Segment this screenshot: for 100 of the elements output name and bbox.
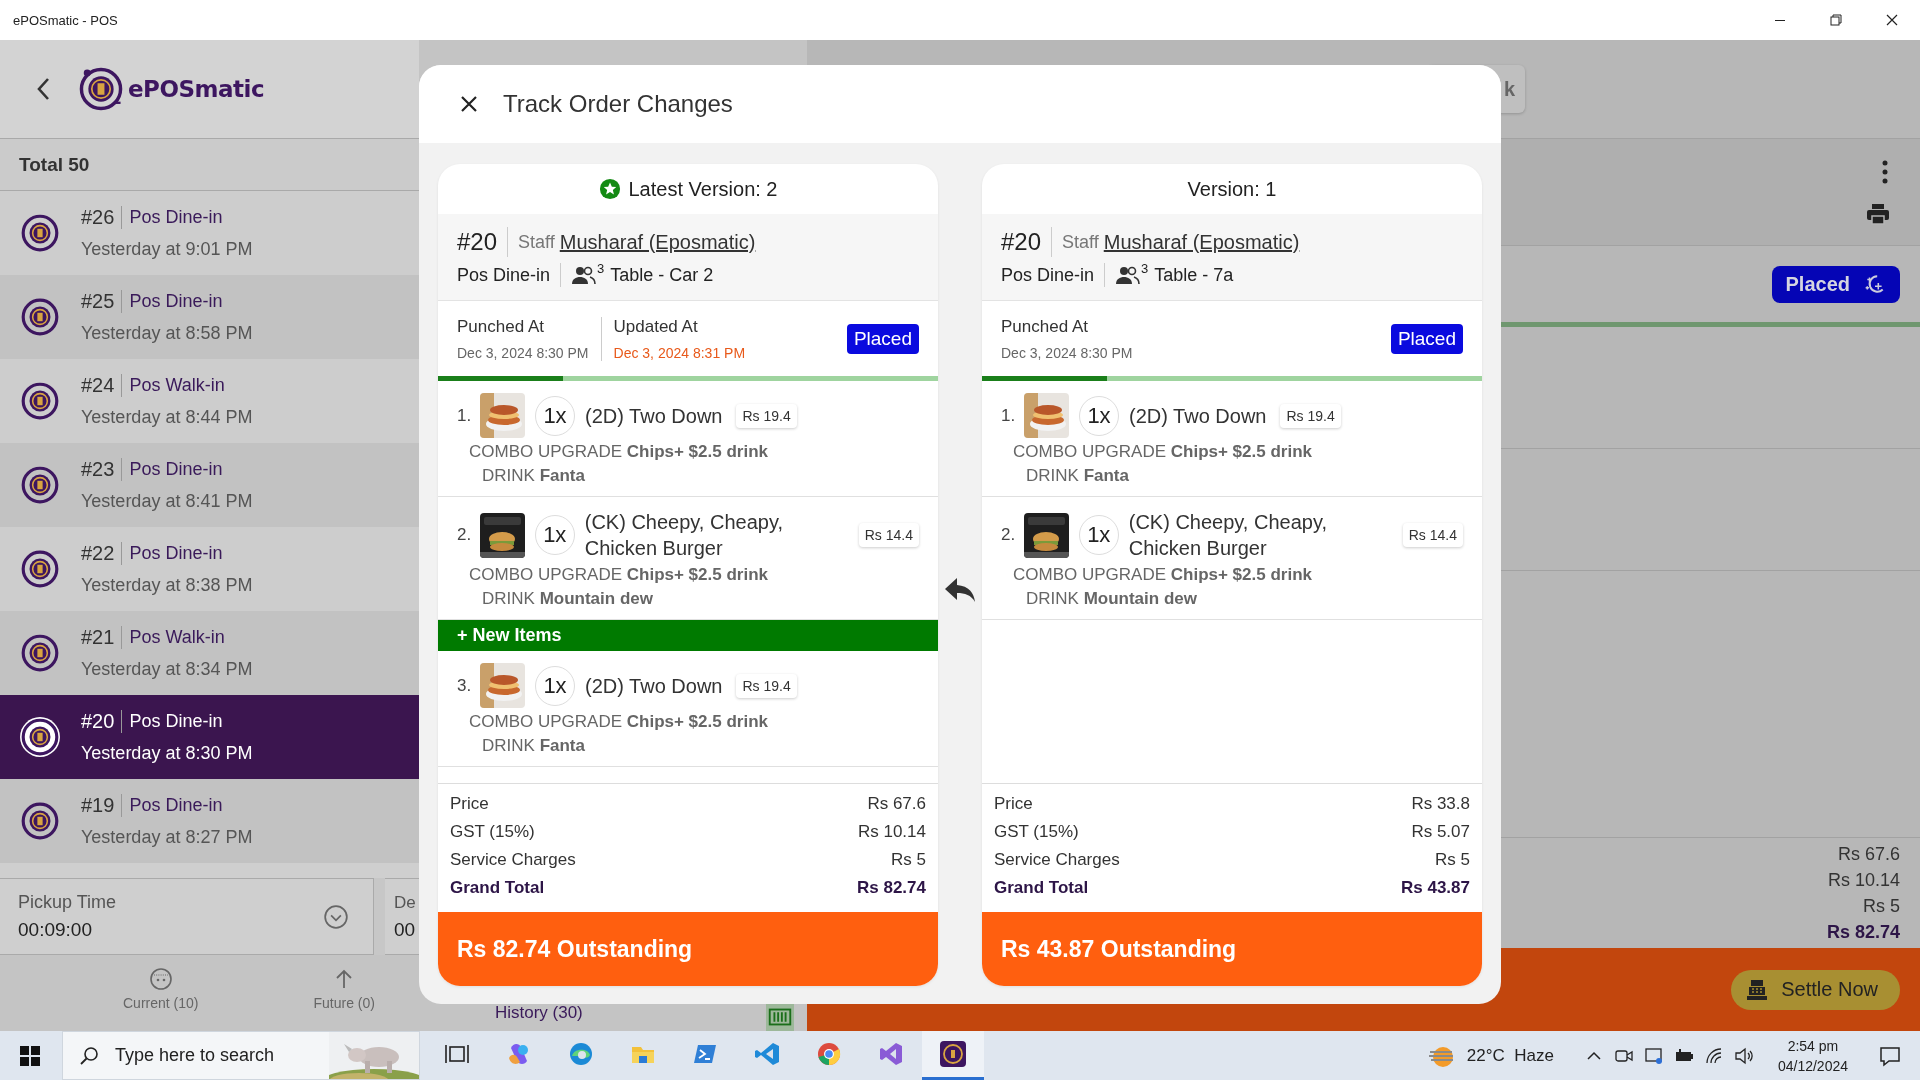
total-label: Service Charges (450, 850, 576, 870)
order-number: #22 (81, 542, 123, 565)
grid-icon[interactable] (766, 1003, 794, 1031)
order-time: Yesterday at 8:38 PM (81, 575, 253, 596)
clock-time[interactable]: 2:54 pm (1787, 1037, 1839, 1054)
cash-register-icon (1745, 977, 1770, 1002)
total-label: GST (15%) (450, 822, 535, 842)
staff-link[interactable]: Musharaf (Eposmatic) (559, 230, 756, 254)
order-count: Total 50 (0, 138, 419, 191)
item-number: 1. (457, 405, 473, 426)
more-icon[interactable] (1880, 159, 1890, 185)
logo-icon (19, 632, 61, 674)
order-time: Yesterday at 9:01 PM (81, 239, 253, 260)
punched-date: Dec 3, 2024 8:30 PM (1001, 344, 1133, 361)
order-type: Pos Walk-in (128, 627, 225, 648)
clock-date[interactable]: 04/12/2024 (1777, 1057, 1848, 1074)
settle-button[interactable]: Settle Now (1731, 969, 1900, 1010)
logo-icon (19, 212, 61, 254)
order-number: #21 (81, 626, 123, 649)
order-type: Pos Dine-in (1001, 264, 1095, 286)
order-type: Pos Dine-in (128, 711, 223, 732)
order-time: Yesterday at 8:34 PM (81, 659, 253, 680)
punched-date: Dec 3, 2024 8:30 PM (457, 344, 589, 361)
browser-icon (567, 1040, 595, 1068)
item-name: (CK) Cheepy, Cheapy, Chicken Burger (1128, 510, 1328, 561)
item-modifier: DRINK Fanta (482, 466, 586, 486)
sparkle-icon (1864, 273, 1886, 295)
search-bar[interactable]: Type here to search (62, 1031, 420, 1080)
item-name: (2D) Two Down (585, 403, 723, 429)
order-type: Pos Dine-in (128, 459, 223, 480)
item-modifier: COMBO UPGRADE Chips+ $2.5 drink (469, 712, 769, 732)
order-row[interactable]: #19 Pos Dine-in Yesterday at 8:27 PM (0, 779, 419, 863)
table-name: Table - 7a (1154, 264, 1234, 286)
logo-icon (19, 800, 61, 842)
order-time: Yesterday at 8:30 PM (81, 743, 253, 764)
close-icon[interactable] (459, 94, 479, 114)
item-price: Rs 19.4 (736, 403, 797, 428)
code-editor-icon (753, 1040, 781, 1068)
order-type: Pos Walk-in (128, 375, 225, 396)
punched-label: Punched At (1001, 316, 1089, 337)
order-number: #20 (81, 710, 123, 733)
item-number: 2. (1001, 525, 1017, 545)
item-modifier: COMBO UPGRADE Chips+ $2.5 drink (469, 565, 769, 585)
order-time: Yesterday at 8:27 PM (81, 827, 253, 848)
brand-name: ePOSmatic (128, 76, 265, 102)
windows-start-icon[interactable] (20, 1045, 40, 1066)
item-name: (2D) Two Down (1129, 403, 1267, 429)
order-row[interactable]: #20 Pos Dine-in Yesterday at 8:30 PM (0, 695, 419, 779)
taskbar-app[interactable] (922, 1031, 984, 1080)
chrome-icon (815, 1040, 843, 1068)
total-label: Price (450, 794, 489, 814)
search-icon (79, 1045, 99, 1066)
order-time: Yesterday at 8:41 PM (81, 491, 253, 512)
total-value: Rs 82.74 (857, 878, 926, 898)
status-badge: Placed (1390, 323, 1463, 354)
total-value: Rs 5 (1435, 850, 1470, 870)
reply-arrow-icon (943, 576, 977, 604)
order-number: #20 (457, 228, 498, 256)
order-type: Pos Dine-in (457, 264, 551, 286)
new-items-header: + New Items (438, 620, 938, 651)
printer-icon[interactable] (1866, 203, 1890, 225)
total-value: Rs 5.07 (1411, 822, 1470, 842)
people-icon (1115, 265, 1142, 285)
order-row[interactable]: #21 Pos Walk-in Yesterday at 8:34 PM (0, 611, 419, 695)
wifi-icon[interactable] (1703, 1045, 1724, 1066)
total-amount: Rs 5 (1863, 896, 1900, 917)
search-field[interactable]: Type here to search (113, 1044, 327, 1067)
total-value: Rs 43.87 (1401, 878, 1470, 898)
logo-icon (19, 380, 61, 422)
punched-label: Punched At (457, 316, 545, 337)
item-modifier: DRINK Fanta (482, 736, 586, 756)
weather-text: 22°C Haze (1466, 1045, 1554, 1066)
order-number: #25 (81, 290, 123, 313)
speaker-icon[interactable] (1733, 1045, 1754, 1066)
order-number: #26 (81, 206, 123, 229)
window-title: ePOSmatic - POS (13, 12, 118, 28)
staff-link[interactable]: Musharaf (Eposmatic) (1103, 230, 1300, 254)
total-amount: Rs 10.14 (1827, 870, 1900, 891)
total-label: Price (994, 794, 1033, 814)
logo-icon (78, 66, 124, 112)
order-number: #19 (81, 794, 123, 817)
time-field[interactable]: Pickup Time 00:09:00 (0, 878, 374, 955)
total-label: GST (15%) (994, 822, 1079, 842)
dropdown-icon (323, 903, 349, 930)
staff-label: Staff (518, 231, 555, 253)
item-name: (CK) Cheepy, Cheapy, Chicken Burger (584, 510, 784, 561)
logo-icon (19, 296, 61, 338)
display-icon[interactable] (1643, 1045, 1664, 1066)
status-badge[interactable]: Placed (1771, 265, 1900, 303)
version-title: Latest Version: 2 (628, 177, 778, 201)
table-name: Table - Car 2 (610, 264, 714, 286)
item-modifier: DRINK Mountain dew (482, 589, 654, 609)
updated-label: Updated At (613, 316, 699, 337)
logo-icon (19, 716, 61, 758)
total-label: Grand Total (994, 878, 1089, 898)
total-value: Rs 10.14 (857, 822, 926, 842)
order-row[interactable]: #25 Pos Dine-in Yesterday at 8:58 PM (0, 275, 419, 359)
order-row[interactable]: #23 Pos Dine-in Yesterday at 8:41 PM (0, 443, 419, 527)
total-value: Rs 33.8 (1411, 794, 1470, 814)
item-price: Rs 14.4 (858, 523, 919, 547)
